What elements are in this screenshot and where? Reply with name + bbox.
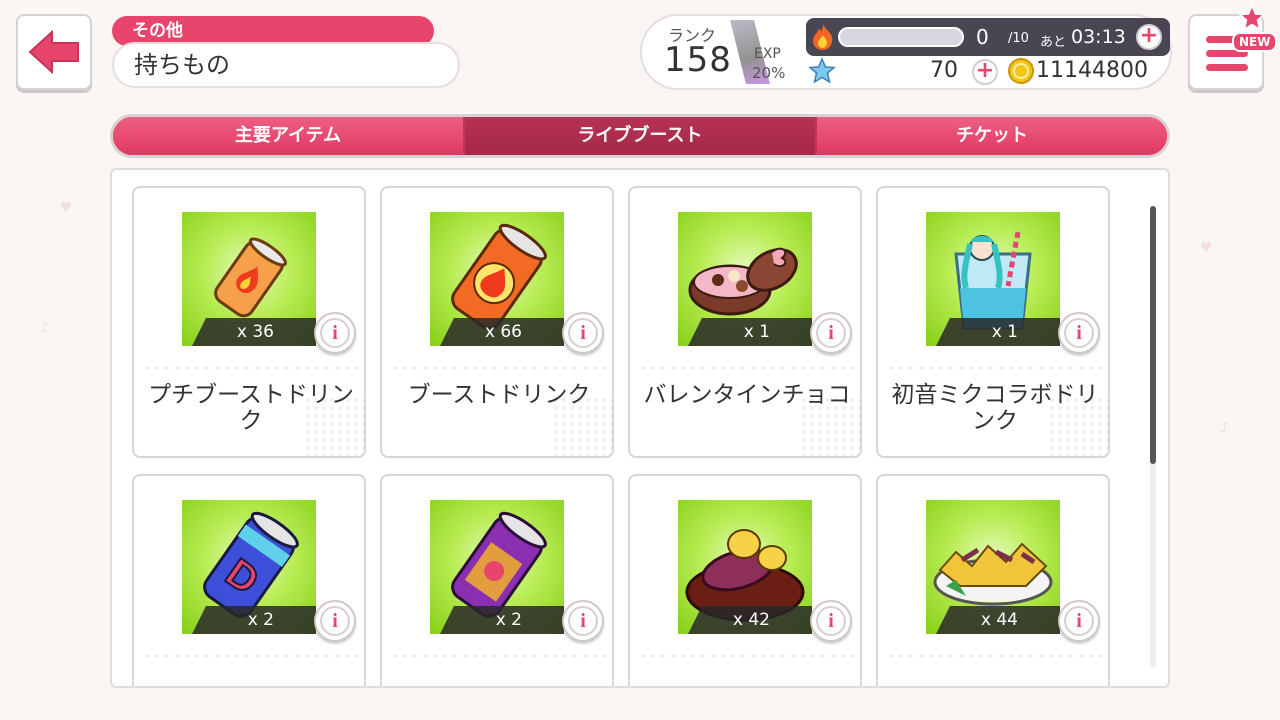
item-info-button[interactable]: i (1058, 312, 1100, 354)
info-icon: i (568, 318, 598, 348)
info-icon: i (320, 606, 350, 636)
item-card[interactable]: x 42 i (628, 474, 862, 686)
bg-note-deco: ♪ (40, 320, 49, 336)
item-info-button[interactable]: i (314, 600, 356, 642)
category-tabs: 主要アイテム ライブブースト チケット (110, 114, 1170, 158)
page-title: 持ちもの (112, 42, 460, 88)
item-info-button[interactable]: i (314, 312, 356, 354)
bg-heart-deco: ♥ (1200, 240, 1213, 256)
info-icon: i (320, 318, 350, 348)
menu-line (1206, 64, 1248, 71)
add-stamina-button[interactable]: + (1136, 24, 1162, 50)
item-card[interactable]: x 2 i (380, 474, 614, 686)
exp-percent: 20% (752, 64, 786, 82)
fire-icon (813, 24, 833, 50)
add-stone-button[interactable]: + (972, 59, 998, 85)
item-name: 初音ミクコラボドリンク (891, 382, 1099, 434)
item-card[interactable]: x 66 i ブーストドリンク (380, 186, 614, 458)
item-quantity: x 2 (440, 606, 564, 634)
item-info-button[interactable]: i (810, 600, 852, 642)
back-button[interactable] (16, 14, 92, 90)
item-info-button[interactable]: i (1058, 600, 1100, 642)
arrow-left-icon (28, 30, 79, 74)
exp-label: EXP (754, 46, 781, 62)
coin-count: 11144800 (1036, 58, 1148, 83)
tab-tickets[interactable]: チケット (815, 117, 1167, 155)
item-quantity: x 1 (688, 318, 812, 346)
stamina-timer: 03:13 (1071, 26, 1126, 48)
stamina-max: /10 (1008, 31, 1029, 46)
item-quantity: x 44 (936, 606, 1060, 634)
item-card[interactable]: x 44 i (876, 474, 1110, 686)
item-grid-panel[interactable]: x 36 i プチブーストドリンク x 66 i ブーストドリンク x 1 i … (110, 168, 1170, 688)
stone-count: 70 (930, 58, 958, 83)
info-icon: i (1064, 606, 1094, 636)
tab-live-boost[interactable]: ライブブースト (463, 117, 815, 155)
tab-main-items[interactable]: 主要アイテム (113, 117, 463, 155)
coin-icon (1008, 58, 1034, 84)
item-quantity: x 42 (688, 606, 812, 634)
item-quantity: x 66 (440, 318, 564, 346)
item-quantity: x 36 (192, 318, 316, 346)
info-icon: i (568, 606, 598, 636)
item-card[interactable]: x 1 i バレンタインチョコ (628, 186, 862, 458)
item-name: プチブーストドリンク (148, 382, 354, 434)
star-stone-icon (808, 57, 836, 84)
stamina-gauge (838, 27, 964, 47)
scrollbar-thumb[interactable] (1150, 206, 1156, 464)
item-quantity: x 1 (936, 318, 1060, 346)
stamina-count: 0 (976, 25, 989, 49)
item-card[interactable]: x 1 i 初音ミクコラボドリンク (876, 186, 1110, 458)
item-card[interactable]: x 36 i プチブーストドリンク (132, 186, 366, 458)
item-info-button[interactable]: i (810, 312, 852, 354)
new-badge: NEW (1232, 32, 1278, 52)
item-info-button[interactable]: i (562, 600, 604, 642)
info-icon: i (816, 318, 846, 348)
item-name: ブーストドリンク (407, 382, 591, 408)
stamina-timer-label: あと (1040, 35, 1067, 50)
new-star-icon (1238, 4, 1266, 31)
item-name: バレンタインチョコ (643, 382, 851, 408)
bg-note-deco: ♪ (1220, 420, 1229, 436)
info-icon: i (816, 606, 846, 636)
bg-heart-deco: ♥ (60, 200, 73, 216)
item-info-button[interactable]: i (562, 312, 604, 354)
item-quantity: x 2 (192, 606, 316, 634)
info-icon: i (1064, 318, 1094, 348)
item-card[interactable]: D x 2 i (132, 474, 366, 686)
rank-value: 158 (664, 40, 732, 80)
